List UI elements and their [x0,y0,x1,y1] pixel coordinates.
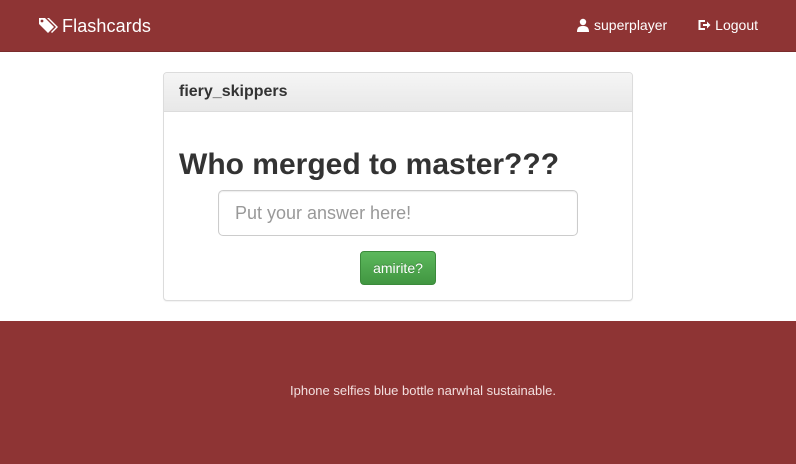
user-profile-link[interactable]: superplayer [576,17,667,33]
logout-label: Logout [715,17,758,33]
flashcard-panel: fiery_skippers Who merged to master??? a… [163,72,633,301]
logout-icon [698,20,711,30]
footer-text: Iphone selfies blue bottle narwhal susta… [290,383,556,398]
deck-title: fiery_skippers [179,83,288,100]
logout-link[interactable]: Logout [697,17,758,33]
nav-right-menu: superplayer Logout [576,17,758,33]
page-footer: Iphone selfies blue bottle narwhal susta… [0,321,796,464]
panel-heading: fiery_skippers [164,73,632,112]
top-navbar: Flashcards superplayer Logout [0,0,796,52]
tags-icon [39,18,58,33]
brand-title: Flashcards [62,15,152,36]
submit-answer-button[interactable]: amirite? [360,251,436,285]
user-icon [577,18,590,32]
question-text: Who merged to master??? [179,148,560,181]
brand-link[interactable]: Flashcards [38,14,151,38]
answer-input[interactable] [218,190,578,236]
user-name-label: superplayer [594,17,668,33]
